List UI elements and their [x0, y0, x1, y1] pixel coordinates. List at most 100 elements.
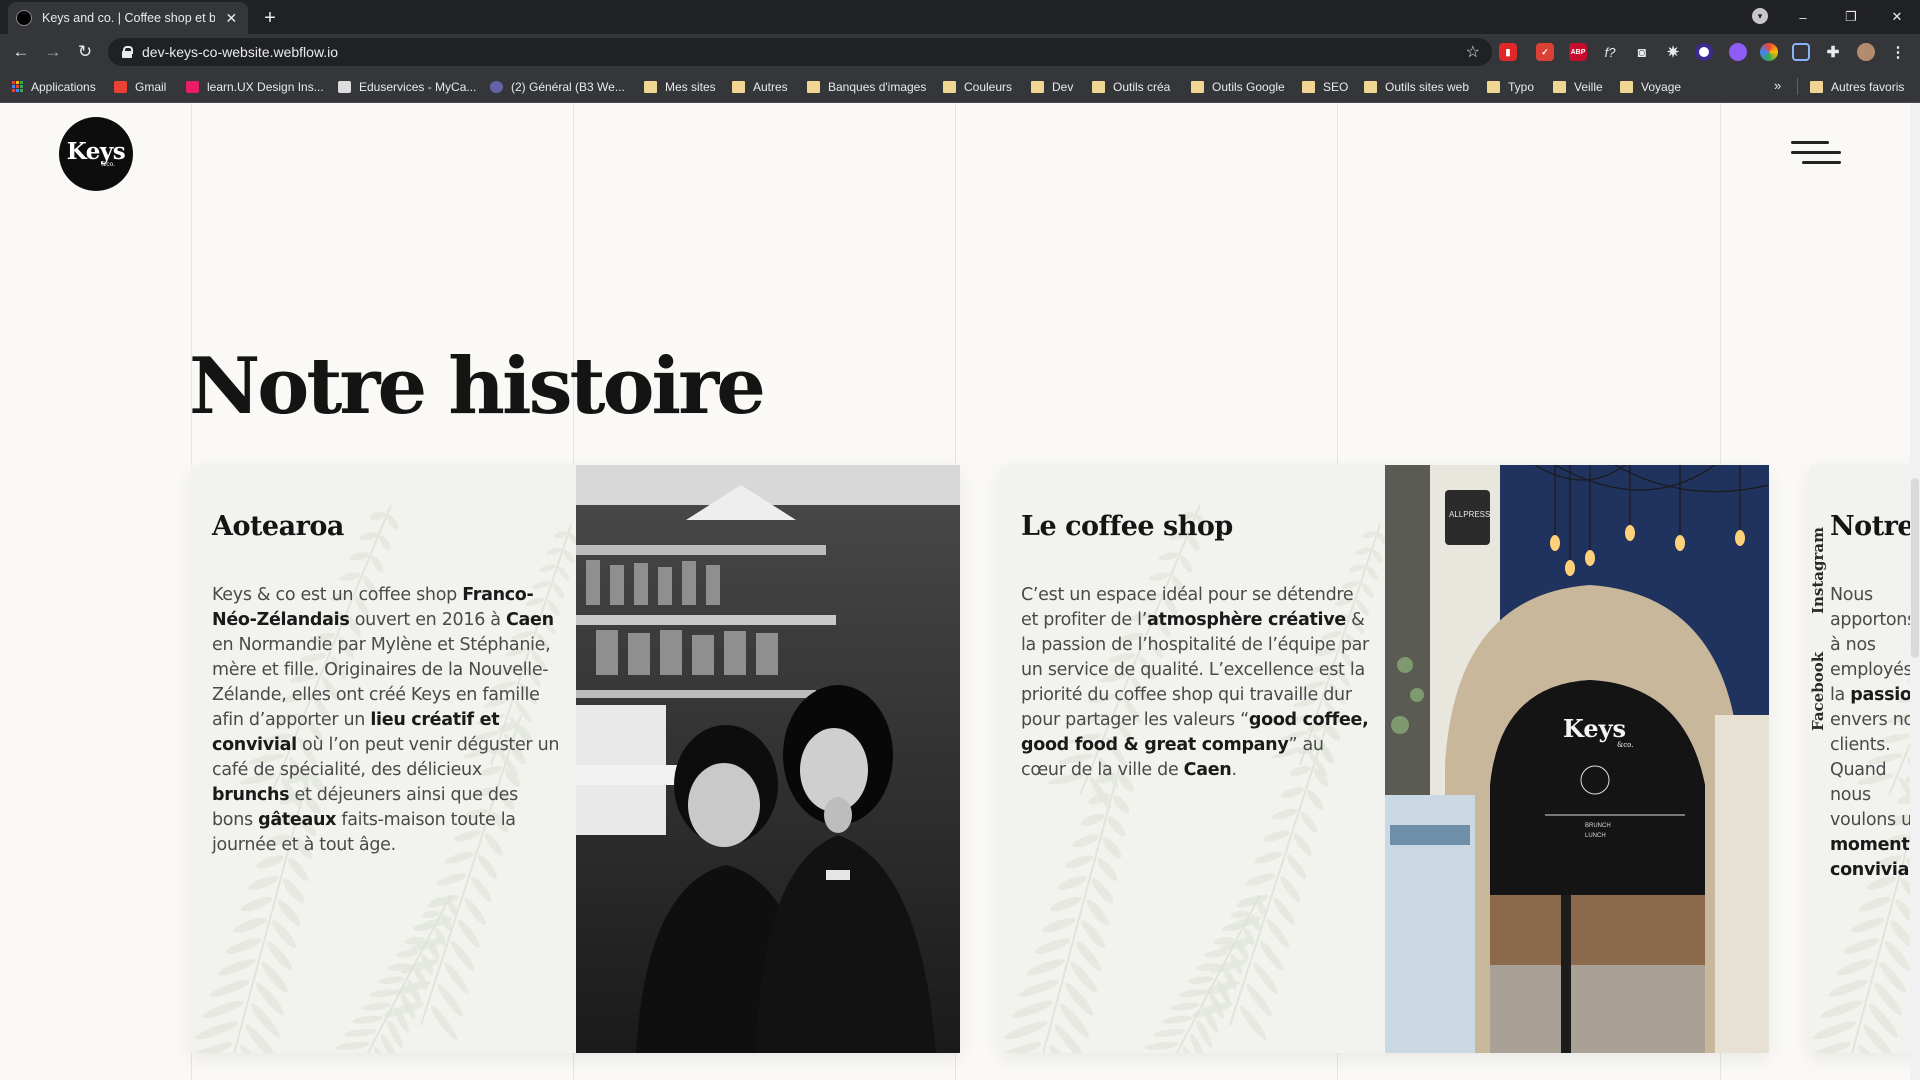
text-run: Keys & co est un coffee shop	[212, 585, 463, 605]
bookmark-label: Gmail	[135, 79, 167, 94]
text-run: .	[1231, 760, 1237, 780]
card-title: Aotearoa	[212, 511, 344, 542]
bookmark-couleurs[interactable]: Couleurs	[943, 70, 1012, 103]
founders-photo	[576, 465, 960, 1053]
webpage: Keys &co. Notre histoire Aotearoa Keys &…	[0, 103, 1920, 1080]
bookmark-label: Typo	[1508, 79, 1535, 94]
bookmark-label: Outils sites web	[1385, 79, 1470, 94]
minimize-button[interactable]: –	[1780, 0, 1826, 34]
text-run: ouvert en 2016 à	[349, 610, 506, 630]
bookmark-veille[interactable]: Veille	[1553, 70, 1603, 103]
reload-icon[interactable]: ↻	[73, 40, 97, 64]
text-run: envers nos clients. Quand nous voulons u…	[1830, 710, 1920, 830]
todoist-icon[interactable]: ✓	[1536, 43, 1554, 61]
bookmark-banques-d-images[interactable]: Banques d'images	[807, 70, 926, 103]
bookmarks-overflow-button[interactable]: »	[1774, 78, 1781, 93]
vpn-icon[interactable]	[1695, 43, 1713, 61]
bookmark-voyage[interactable]: Voyage	[1620, 70, 1681, 103]
colorzilla-icon[interactable]	[1760, 43, 1778, 61]
card-title: Notre équipe	[1830, 511, 1920, 542]
flipboard-icon[interactable]: ▮	[1499, 43, 1517, 61]
bookmark-mes-sites[interactable]: Mes sites	[644, 70, 716, 103]
folder-icon	[1620, 80, 1633, 93]
instagram-link[interactable]: Instagram	[1809, 527, 1827, 614]
bookmark-seo[interactable]: SEO	[1302, 70, 1348, 103]
folder-icon	[1092, 80, 1105, 93]
bold-text: Caen	[506, 610, 554, 630]
page-scrollbar[interactable]	[1910, 103, 1920, 1080]
browser-chrome: Keys and co. | Coffee shop et brunch ✕ +…	[0, 0, 1920, 103]
scrollbar-thumb[interactable]	[1911, 478, 1919, 658]
board-text-2: LUNCH	[1585, 833, 1606, 839]
address-url[interactable]: dev-keys-co-website.webflow.io	[142, 44, 338, 60]
bookmark-outils-sites-web[interactable]: Outils sites web	[1364, 70, 1469, 103]
window-close-button[interactable]: ✕	[1874, 0, 1920, 34]
shop-logo-sub-text: &co.	[1617, 741, 1633, 749]
bookmark-label: Eduservices - MyCa...	[359, 79, 477, 94]
bookmarks-separator	[1797, 78, 1798, 95]
folder-icon	[1487, 80, 1500, 93]
folder-icon	[1364, 80, 1377, 93]
coffee-shop-interior-photo: ALLPRESS Keys &co. BRUNCH LUNCH	[1385, 465, 1769, 1053]
whatfont-icon[interactable]: f?	[1601, 43, 1619, 61]
gmail-icon	[114, 80, 127, 93]
bold-text: brunchs	[212, 785, 290, 805]
lock-icon[interactable]	[122, 46, 133, 58]
eduservices-icon	[338, 80, 351, 93]
page-title: Notre histoire	[189, 341, 766, 432]
bookmark-autres[interactable]: Autres	[732, 70, 788, 103]
teams-icon	[490, 80, 503, 93]
active-tab[interactable]: Keys and co. | Coffee shop et brunch ✕	[8, 2, 248, 34]
bookmark-label: (2) Général (B3 We...	[511, 79, 625, 94]
back-arrow-icon[interactable]: ←	[9, 40, 33, 64]
bookmark-dev[interactable]: Dev	[1031, 70, 1073, 103]
bookmark-learn-ux-design-ins[interactable]: learn.UX Design Ins...	[186, 70, 324, 103]
address-bar[interactable]: dev-keys-co-website.webflow.io ☆	[108, 38, 1492, 66]
tab-strip: Keys and co. | Coffee shop et brunch ✕ +…	[0, 0, 1920, 34]
screen-capture-icon[interactable]	[1792, 43, 1810, 61]
board-text-1: BRUNCH	[1585, 823, 1611, 829]
new-tab-button[interactable]: +	[258, 6, 282, 30]
bold-text: moment convivial	[1830, 835, 1915, 880]
bookmark-other-favorites[interactable]: Autres favoris	[1810, 70, 1904, 103]
settings-icon[interactable]: ✷	[1664, 43, 1682, 61]
hamburger-menu-icon[interactable]	[1788, 136, 1842, 172]
camera-icon[interactable]: ◙	[1633, 43, 1651, 61]
site-logo[interactable]: Keys &co.	[59, 117, 133, 191]
bookmark-outils-google[interactable]: Outils Google	[1191, 70, 1285, 103]
bookmark-gmail[interactable]: Gmail	[114, 70, 166, 103]
bookmark-label: Dev	[1052, 79, 1074, 94]
adblock-icon[interactable]: ABP	[1569, 43, 1587, 61]
kebab-menu-icon[interactable]: ⋮	[1889, 43, 1907, 61]
bookmark-outils-cr-a[interactable]: Outils créa	[1092, 70, 1170, 103]
card-body: C’est un espace idéal pour se détendre e…	[1021, 583, 1371, 783]
gradient-icon[interactable]	[1729, 43, 1747, 61]
bookmark-star-icon[interactable]: ☆	[1466, 42, 1480, 62]
card-body: Nous apportons à nos employés la passion…	[1830, 583, 1920, 883]
learnux-icon	[186, 80, 199, 93]
bookmark-label: Applications	[31, 79, 96, 94]
bookmark-eduservices-myca[interactable]: Eduservices - MyCa...	[338, 70, 476, 103]
bookmark-label: Voyage	[1641, 79, 1682, 94]
bookmark-label: Autres	[753, 79, 788, 94]
avatar-icon[interactable]	[1857, 43, 1875, 61]
folder-icon	[1553, 80, 1566, 93]
bookmark-applications[interactable]: Applications	[12, 70, 96, 103]
folder-icon	[732, 80, 745, 93]
bookmark-typo[interactable]: Typo	[1487, 70, 1534, 103]
folder-icon	[1810, 80, 1823, 93]
tab-close-icon[interactable]: ✕	[223, 9, 240, 27]
forward-arrow-icon[interactable]: →	[41, 40, 65, 64]
browser-toolbar: ← → ↻ dev-keys-co-website.webflow.io ☆ ▮…	[0, 34, 1920, 70]
bookmark-2-g-n-ral-b3-we[interactable]: (2) Général (B3 We...	[490, 70, 625, 103]
facebook-link[interactable]: Facebook	[1809, 652, 1827, 731]
card-title: Le coffee shop	[1021, 511, 1233, 542]
logo-sub: &co.	[100, 161, 116, 168]
restore-button[interactable]: ❐	[1828, 0, 1874, 34]
bookmark-label: SEO	[1323, 79, 1349, 94]
site-favicon-icon	[16, 10, 32, 26]
tab-search-icon[interactable]: ▾	[1752, 8, 1768, 24]
bookmark-label: Couleurs	[964, 79, 1013, 94]
bookmark-label: learn.UX Design Ins...	[207, 79, 324, 94]
puzzle-icon[interactable]: ✚	[1824, 43, 1842, 61]
